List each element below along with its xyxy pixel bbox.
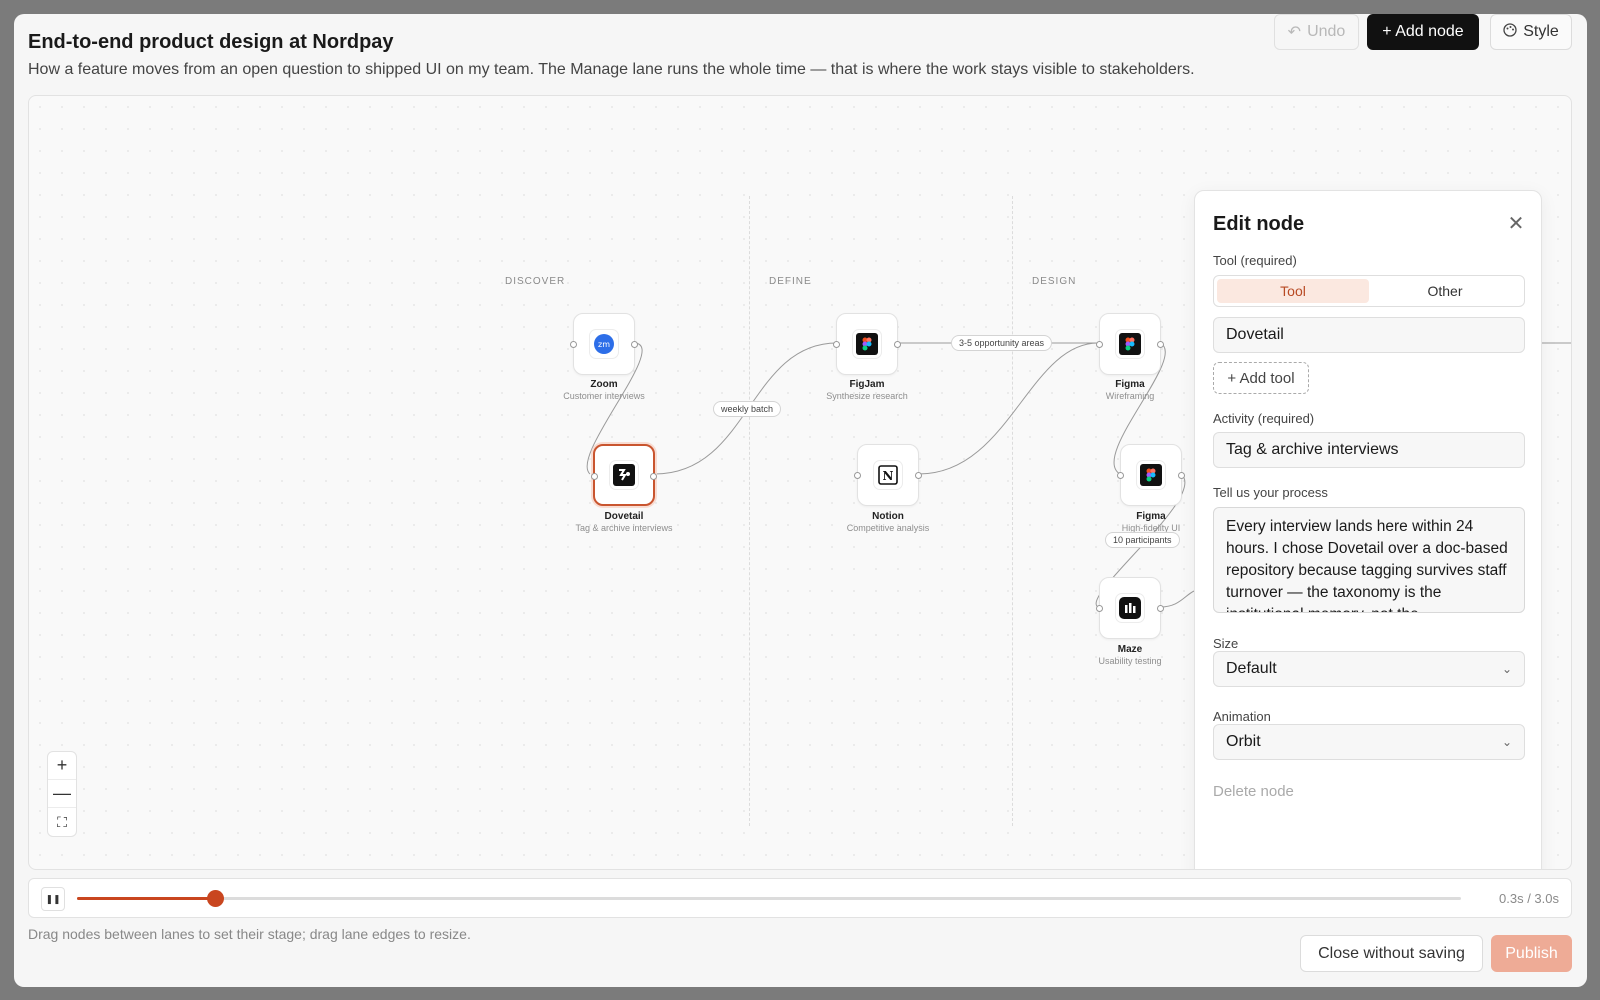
panel-title: Edit node <box>1213 213 1305 235</box>
node-subtitle: Usability testing <box>1098 656 1162 666</box>
page-title: End-to-end product design at Nordpay <box>28 31 394 53</box>
port-in[interactable] <box>833 341 840 348</box>
size-select[interactable]: Default ⌄ <box>1213 651 1525 687</box>
node-subtitle: Customer interviews <box>563 391 645 401</box>
node-title: Dovetail <box>604 511 644 522</box>
chevron-down-icon: ⌄ <box>1501 735 1512 749</box>
palette-icon <box>1503 22 1517 42</box>
figjam-icon <box>852 329 882 359</box>
process-textarea[interactable]: Every interview lands here within 24 hou… <box>1213 507 1525 613</box>
port-in[interactable] <box>1096 605 1103 612</box>
node-subtitle: Synthesize research <box>826 391 908 401</box>
node-title: Notion <box>872 511 904 522</box>
zoom-controls: + — ⛶ <box>47 751 77 837</box>
timeline-time: 0.3s / 3.0s <box>1499 891 1559 906</box>
edge-label[interactable]: 3-5 opportunity areas <box>951 335 1053 351</box>
style-label: Style <box>1523 23 1559 40</box>
port-in[interactable] <box>591 473 598 480</box>
node-maze[interactable] <box>1096 577 1164 639</box>
port-in[interactable] <box>854 472 861 479</box>
close-icon[interactable]: ✕ <box>1507 214 1525 234</box>
animation-select[interactable]: Orbit ⌄ <box>1213 724 1525 760</box>
tool-option-other[interactable]: Other <box>1369 279 1521 303</box>
edge-label[interactable]: 10 participants <box>1105 532 1180 548</box>
zoom-icon: zm <box>589 329 619 359</box>
timeline-track[interactable] <box>77 890 1461 907</box>
process-label: Tell us your process <box>1213 485 1328 500</box>
tool-type-toggle: Tool Other <box>1213 275 1525 307</box>
zoom-out-button[interactable]: — <box>48 780 76 808</box>
publish-button[interactable]: Publish <box>1491 935 1572 972</box>
flow-canvas[interactable]: DISCOVER DEFINE DESIGN zm Zoom Customer … <box>28 95 1572 870</box>
tool-label: Tool (required) <box>1213 253 1297 268</box>
activity-input[interactable]: Tag & archive interviews <box>1213 432 1525 468</box>
port-out[interactable] <box>631 341 638 348</box>
node-title: Figma <box>1115 379 1145 390</box>
node-title: Maze <box>1117 644 1143 655</box>
node-dovetail[interactable] <box>591 444 657 506</box>
node-figma-wireframing[interactable] <box>1096 313 1164 375</box>
node-subtitle: Tag & archive interviews <box>575 523 673 533</box>
animation-label: Animation <box>1213 709 1271 724</box>
style-button[interactable]: Style <box>1490 14 1572 50</box>
add-node-button[interactable]: + Add node <box>1367 14 1479 50</box>
animation-value: Orbit <box>1226 733 1261 750</box>
node-notion[interactable]: N <box>854 444 922 506</box>
figma-icon <box>1136 460 1166 490</box>
page-subtitle: How a feature moves from an open questio… <box>28 61 1195 78</box>
svg-text:N: N <box>883 469 894 483</box>
tool-input[interactable]: Dovetail <box>1213 317 1525 353</box>
port-out[interactable] <box>894 341 901 348</box>
chevron-down-icon: ⌄ <box>1501 662 1512 676</box>
edit-node-panel: Edit node ✕ Tool (required) Tool Other D… <box>1194 190 1542 869</box>
tool-option-tool[interactable]: Tool <box>1217 279 1369 303</box>
figma-icon <box>1115 329 1145 359</box>
port-in[interactable] <box>1117 472 1124 479</box>
close-without-saving-button[interactable]: Close without saving <box>1300 935 1483 972</box>
node-subtitle: Competitive analysis <box>846 523 930 533</box>
edge-notion-figma <box>918 342 1099 475</box>
timeline-scrubber[interactable] <box>207 890 225 907</box>
port-in[interactable] <box>570 341 577 348</box>
fit-view-button[interactable]: ⛶ <box>48 808 76 836</box>
maze-icon <box>1115 593 1145 623</box>
size-value: Default <box>1226 660 1277 677</box>
footer-hint: Drag nodes between lanes to set their st… <box>28 926 471 942</box>
port-out[interactable] <box>1157 605 1164 612</box>
undo-icon: ↶ <box>1287 24 1302 41</box>
add-tool-button[interactable]: + Add tool <box>1213 362 1309 394</box>
activity-label: Activity (required) <box>1213 411 1315 426</box>
timeline-bar: ❚❚ 0.3s / 3.0s <box>28 878 1572 918</box>
port-out[interactable] <box>915 472 922 479</box>
undo-button[interactable]: ↶ Undo <box>1274 14 1359 50</box>
node-zoom[interactable]: zm <box>570 313 638 375</box>
pause-icon[interactable]: ❚❚ <box>41 887 65 911</box>
delete-node-button[interactable]: Delete node <box>1213 783 1294 800</box>
size-label: Size <box>1213 636 1239 651</box>
zoom-in-button[interactable]: + <box>48 752 76 780</box>
node-title: Zoom <box>590 379 618 390</box>
dovetail-icon <box>609 460 639 490</box>
undo-label: Undo <box>1307 23 1346 40</box>
node-figma-hifi[interactable] <box>1117 444 1185 506</box>
edge-label[interactable]: weekly batch <box>713 401 782 417</box>
port-out[interactable] <box>650 473 657 480</box>
editor-modal: End-to-end product design at Nordpay How… <box>14 14 1587 987</box>
timeline-progress <box>77 897 216 900</box>
edge-maze-out <box>1159 590 1195 608</box>
port-in[interactable] <box>1096 341 1103 348</box>
node-figjam[interactable] <box>833 313 901 375</box>
node-subtitle: Wireframing <box>1105 391 1155 401</box>
port-out[interactable] <box>1178 472 1185 479</box>
port-out[interactable] <box>1157 341 1164 348</box>
node-title: FigJam <box>849 379 885 390</box>
svg-text:zm: zm <box>598 340 610 349</box>
notion-icon: N <box>873 460 903 490</box>
